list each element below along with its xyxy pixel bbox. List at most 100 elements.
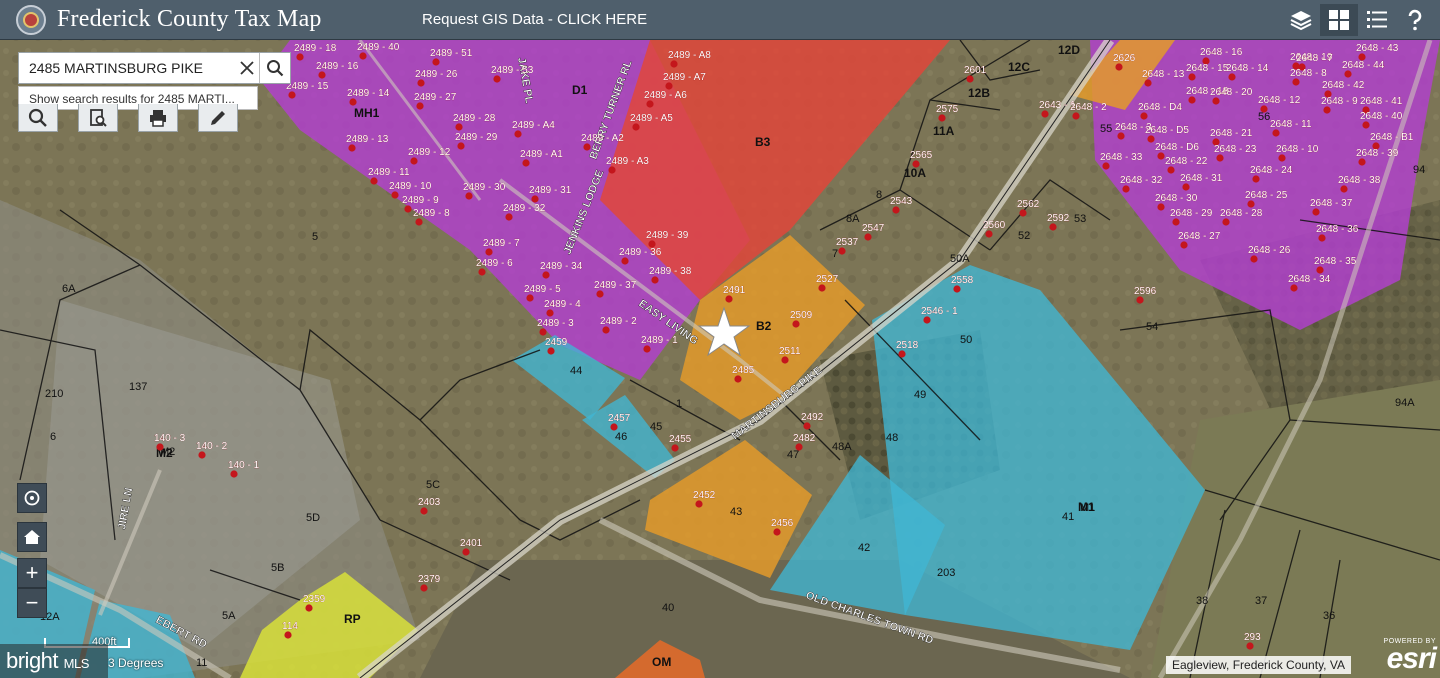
address-point-marker[interactable] (417, 79, 425, 87)
address-point-marker[interactable] (1122, 185, 1130, 193)
address-point-marker[interactable] (1182, 183, 1190, 191)
address-point-marker[interactable] (420, 584, 428, 592)
address-point-marker[interactable] (1136, 296, 1144, 304)
help-button[interactable] (1396, 4, 1434, 36)
address-point-marker[interactable] (1049, 223, 1057, 231)
search-button[interactable] (259, 53, 290, 83)
address-point-marker[interactable] (1072, 112, 1080, 120)
address-point-marker[interactable] (892, 206, 900, 214)
address-point-marker[interactable] (1344, 70, 1352, 78)
address-point-marker[interactable] (1140, 112, 1148, 120)
address-point-marker[interactable] (420, 507, 428, 515)
address-point-marker[interactable] (410, 157, 418, 165)
address-point-marker[interactable] (1260, 105, 1268, 113)
address-point-marker[interactable] (670, 60, 678, 68)
address-point-marker[interactable] (1167, 166, 1175, 174)
print-button[interactable] (138, 104, 178, 132)
address-point-marker[interactable] (671, 444, 679, 452)
address-point-marker[interactable] (985, 230, 993, 238)
address-point-marker[interactable] (457, 142, 465, 150)
address-point-marker[interactable] (1292, 78, 1300, 86)
address-point-marker[interactable] (432, 58, 440, 66)
address-point-marker[interactable] (795, 443, 803, 451)
address-point-marker[interactable] (923, 316, 931, 324)
address-point-marker[interactable] (348, 144, 356, 152)
address-point-marker[interactable] (602, 326, 610, 334)
address-point-marker[interactable] (773, 528, 781, 536)
address-point-marker[interactable] (1172, 218, 1180, 226)
address-point-marker[interactable] (1312, 208, 1320, 216)
address-point-marker[interactable] (416, 102, 424, 110)
address-point-marker[interactable] (230, 470, 238, 478)
address-point-marker[interactable] (665, 82, 673, 90)
address-point-marker[interactable] (1250, 255, 1258, 263)
layers-button[interactable] (1282, 4, 1320, 36)
address-point-marker[interactable] (596, 290, 604, 298)
address-point-marker[interactable] (539, 328, 547, 336)
address-point-marker[interactable] (462, 548, 470, 556)
address-point-marker[interactable] (1144, 79, 1152, 87)
address-point-marker[interactable] (156, 443, 164, 451)
address-point-marker[interactable] (1228, 73, 1236, 81)
address-point-marker[interactable] (1278, 154, 1286, 162)
locate-button[interactable] (17, 483, 47, 513)
address-point-marker[interactable] (318, 71, 326, 79)
address-point-marker[interactable] (781, 356, 789, 364)
address-point-marker[interactable] (1188, 73, 1196, 81)
zoom-in-button[interactable]: + (17, 558, 47, 588)
address-point-marker[interactable] (1117, 132, 1125, 140)
address-point-marker[interactable] (1316, 266, 1324, 274)
request-gis-data-link[interactable]: Request GIS Data - CLICK HERE (422, 11, 647, 28)
address-point-marker[interactable] (912, 160, 920, 168)
address-point-marker[interactable] (725, 295, 733, 303)
address-point-marker[interactable] (646, 100, 654, 108)
address-point-marker[interactable] (465, 192, 473, 200)
address-point-marker[interactable] (610, 423, 618, 431)
draw-tool-button[interactable] (198, 104, 238, 132)
address-point-marker[interactable] (1290, 284, 1298, 292)
address-point-marker[interactable] (1157, 152, 1165, 160)
address-point-marker[interactable] (938, 114, 946, 122)
address-point-marker[interactable] (1318, 234, 1326, 242)
address-point-marker[interactable] (349, 98, 357, 106)
address-point-marker[interactable] (734, 375, 742, 383)
address-point-marker[interactable] (1115, 63, 1123, 71)
address-point-marker[interactable] (391, 191, 399, 199)
address-point-marker[interactable] (359, 52, 367, 60)
address-point-marker[interactable] (1102, 162, 1110, 170)
home-button[interactable] (17, 522, 47, 552)
address-point-marker[interactable] (547, 347, 555, 355)
address-point-marker[interactable] (284, 631, 292, 639)
address-point-marker[interactable] (198, 451, 206, 459)
address-point-marker[interactable] (621, 257, 629, 265)
address-point-marker[interactable] (514, 130, 522, 138)
address-point-marker[interactable] (1272, 129, 1280, 137)
address-point-marker[interactable] (288, 91, 296, 99)
clear-search-button[interactable] (235, 53, 259, 83)
address-point-marker[interactable] (478, 268, 486, 276)
address-point-marker[interactable] (546, 309, 554, 317)
identify-tool-button[interactable] (78, 104, 118, 132)
address-point-marker[interactable] (542, 271, 550, 279)
address-point-marker[interactable] (818, 284, 826, 292)
address-point-marker[interactable] (296, 53, 304, 61)
address-point-marker[interactable] (966, 75, 974, 83)
address-point-marker[interactable] (522, 159, 530, 167)
address-point-marker[interactable] (526, 294, 534, 302)
search-input[interactable] (19, 53, 236, 83)
address-point-marker[interactable] (583, 143, 591, 151)
address-point-marker[interactable] (953, 285, 961, 293)
address-point-marker[interactable] (1188, 96, 1196, 104)
address-point-marker[interactable] (1362, 121, 1370, 129)
address-point-marker[interactable] (1247, 200, 1255, 208)
address-point-marker[interactable] (864, 233, 872, 241)
address-point-marker[interactable] (608, 166, 616, 174)
zoom-search-tool-button[interactable] (18, 104, 58, 132)
address-point-marker[interactable] (1340, 185, 1348, 193)
legend-list-button[interactable] (1358, 4, 1396, 36)
address-point-marker[interactable] (305, 604, 313, 612)
address-point-marker[interactable] (1157, 203, 1165, 211)
address-point-marker[interactable] (803, 422, 811, 430)
address-point-marker[interactable] (898, 350, 906, 358)
address-point-marker[interactable] (531, 195, 539, 203)
